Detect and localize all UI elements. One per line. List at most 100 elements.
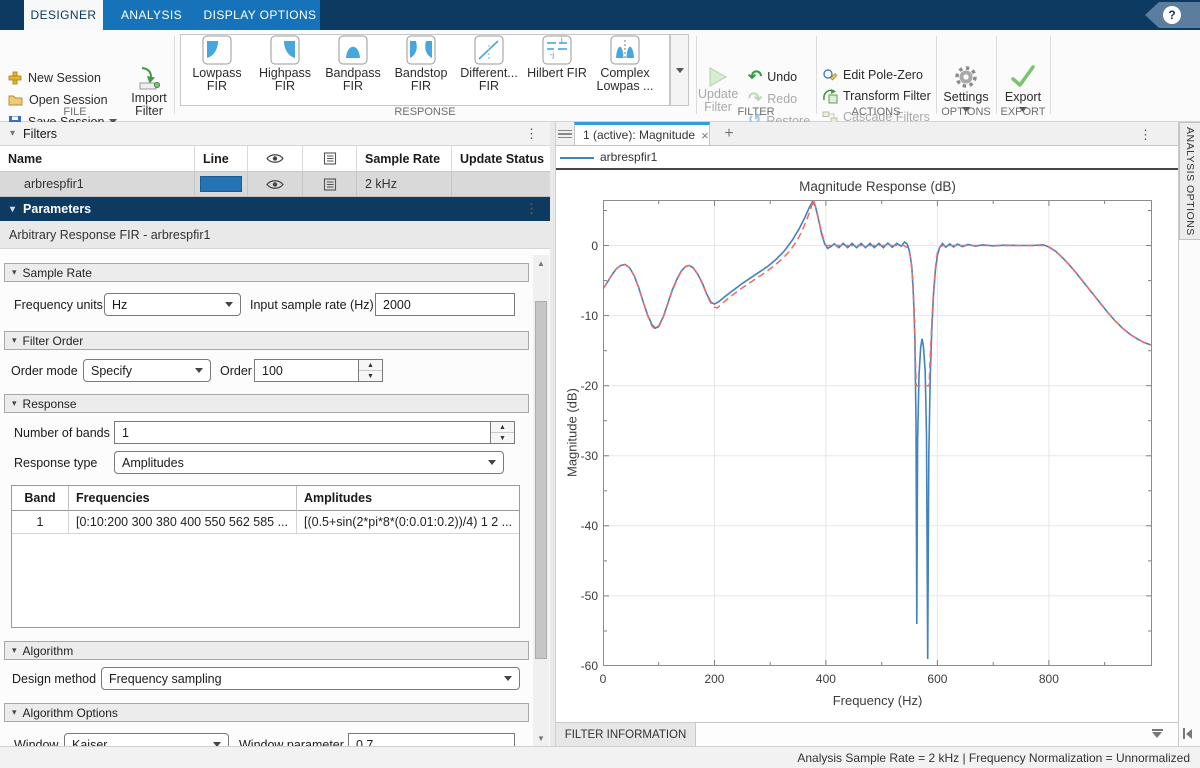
chevron-down-icon [195,368,203,373]
legend-list-icon [323,152,337,165]
filters-panel-header[interactable]: ▾ Filters ⋮ [0,122,550,146]
order-spinner[interactable]: ▲▼ [359,359,383,382]
settings-button[interactable]: Settings [938,64,994,112]
input-sample-rate-field[interactable]: 2000 [375,293,515,316]
tab-list-icon[interactable] [558,126,572,142]
plot-legend: arbrespfir1 [556,146,1178,170]
section-header-algorithm[interactable]: ▾Algorithm [4,641,529,660]
help-icon[interactable]: ? [1163,6,1181,24]
spinner-down-icon[interactable]: ▼ [491,433,514,443]
frequencies-cell[interactable]: [0:10:200 300 380 400 550 562 585 ... [69,511,297,534]
section-header-filter-order[interactable]: ▾Filter Order [4,331,529,350]
band-cell[interactable]: 1 [12,511,69,534]
tab-designer[interactable]: DESIGNER [24,0,103,30]
response-item-differentiator-fir[interactable]: Different...FIR [456,35,522,93]
dropdown-value: Specify [91,364,132,378]
ribbon-divider [936,36,937,114]
legend-cell[interactable] [303,172,357,196]
gear-icon [953,64,979,90]
spinner-up-icon[interactable]: ▲ [491,422,514,433]
frequencies-column-header[interactable]: Frequencies [69,486,297,511]
design-method-label: Design method [12,667,96,690]
order-mode-dropdown[interactable]: Specify [83,359,211,382]
response-item-lowpass-fir[interactable]: LowpassFIR [184,35,250,93]
scrollbar-thumb[interactable] [535,301,547,659]
line-cell[interactable] [195,172,248,196]
response-item-bandstop-fir[interactable]: BandstopFIR [388,35,454,93]
column-header-name[interactable]: Name [0,146,195,171]
chevron-down-icon [488,460,496,465]
column-header-update-status[interactable]: Update Status [452,146,550,171]
spinner-up-icon[interactable]: ▲ [359,360,382,371]
amplitudes-column-header[interactable]: Amplitudes [297,486,519,511]
response-gallery-dropdown[interactable] [670,34,689,106]
window-dropdown[interactable]: Kaiser [64,733,229,746]
add-tab-button[interactable]: + [718,124,740,144]
response-item-complex-lowpass[interactable]: ComplexLowpas ... [592,35,658,93]
collapse-panel-left-icon[interactable] [1183,728,1192,739]
actions-group-label: ACTIONS [820,106,932,120]
undo-button[interactable]: ↶ Undo [748,69,797,85]
column-header-legend[interactable] [303,146,357,171]
field-value: 0.7 [356,738,373,747]
response-type-label: Response type [14,451,97,474]
section-header-response[interactable]: ▾Response [4,394,529,413]
band-table: Band Frequencies Amplitudes 1 [0:10:200 … [11,485,520,628]
open-session-label: Open Session [29,93,108,107]
column-header-line[interactable]: Line [195,146,248,171]
number-of-bands-field[interactable]: 1 [114,421,491,444]
order-field[interactable]: 100 [254,359,359,382]
design-method-dropdown[interactable]: Frequency sampling [101,667,520,690]
gallery-label: FIR [207,79,227,93]
plot-tab-magnitude[interactable]: 1 (active): Magnitude × [574,122,710,146]
number-of-bands-spinner[interactable]: ▲▼ [491,421,515,444]
filters-menu-icon[interactable]: ⋮ [525,126,538,142]
response-item-hilbert-fir[interactable]: j-j Hilbert FIR [524,35,590,80]
import-filter-button[interactable]: ImportFilter [128,66,170,118]
section-header-algorithm-options[interactable]: ▾Algorithm Options [4,703,529,722]
column-header-sample-rate[interactable]: Sample Rate [357,146,452,171]
filter-information-tab[interactable]: FILTER INFORMATION [556,723,696,747]
close-icon[interactable]: × [701,128,709,143]
transform-filter-button[interactable]: Transform Filter [822,88,931,104]
collapse-caret-icon[interactable]: ▾ [10,128,15,139]
response-item-bandpass-fir[interactable]: BandpassFIR [320,35,386,93]
spinner-down-icon[interactable]: ▼ [359,371,382,381]
filter-name: arbrespfir1 [0,172,195,196]
scroll-down-icon[interactable]: ▼ [533,730,549,746]
column-header-visibility[interactable] [248,146,303,171]
section-title: Sample Rate [23,266,92,280]
plot-tab-label: 1 (active): Magnitude [583,128,695,142]
section-header-sample-rate[interactable]: ▾Sample Rate [4,263,529,282]
visibility-cell[interactable] [248,172,303,196]
highpass-fir-icon [270,35,300,65]
gallery-label: Lowpass [192,66,241,80]
checkmark-icon [1010,64,1036,90]
ribbon-divider [174,36,175,114]
filter-table-row[interactable]: arbrespfir1 2 kHz [0,172,550,197]
parameters-scrollbar[interactable]: ▲ ▼ [533,255,549,746]
filter-designer-app: DESIGNER ANALYSIS DISPLAY OPTIONS ? New … [0,0,1200,768]
plot-menu-icon[interactable]: ⋮ [1139,127,1152,143]
redo-button[interactable]: ↷ Redo [748,91,797,107]
response-type-dropdown[interactable]: Amplitudes [114,451,504,474]
response-item-highpass-fir[interactable]: HighpassFIR [252,35,318,93]
scroll-up-icon[interactable]: ▲ [533,255,549,271]
new-session-button[interactable]: New Session [8,69,101,86]
amplitudes-cell[interactable]: [(0.5+sin(2*pi*8*(0:0.01:0.2))/4) 1 2 ..… [297,511,519,534]
band-column-header[interactable]: Band [12,486,69,511]
tab-analysis[interactable]: ANALYSIS [103,0,200,30]
edit-pole-zero-button[interactable]: Edit Pole-Zero [822,67,923,83]
parameters-panel-header[interactable]: ▾ Parameters ⋮ [0,197,550,221]
collapse-panel-up-icon[interactable] [1150,729,1164,741]
analysis-options-tab[interactable]: ANALYSIS OPTIONS [1179,122,1200,240]
gallery-label: FIR [479,79,499,93]
tab-display-options[interactable]: DISPLAY OPTIONS [200,0,320,30]
export-button[interactable]: Export [998,64,1048,112]
frequency-units-dropdown[interactable]: Hz [104,293,241,316]
line-color-swatch[interactable] [200,176,242,192]
collapse-caret-icon[interactable]: ▾ [10,204,15,215]
parameters-menu-icon[interactable]: ⋮ [525,201,538,217]
window-parameter-field[interactable]: 0.7 [348,733,515,746]
x-tick-label: 0 [581,672,625,686]
